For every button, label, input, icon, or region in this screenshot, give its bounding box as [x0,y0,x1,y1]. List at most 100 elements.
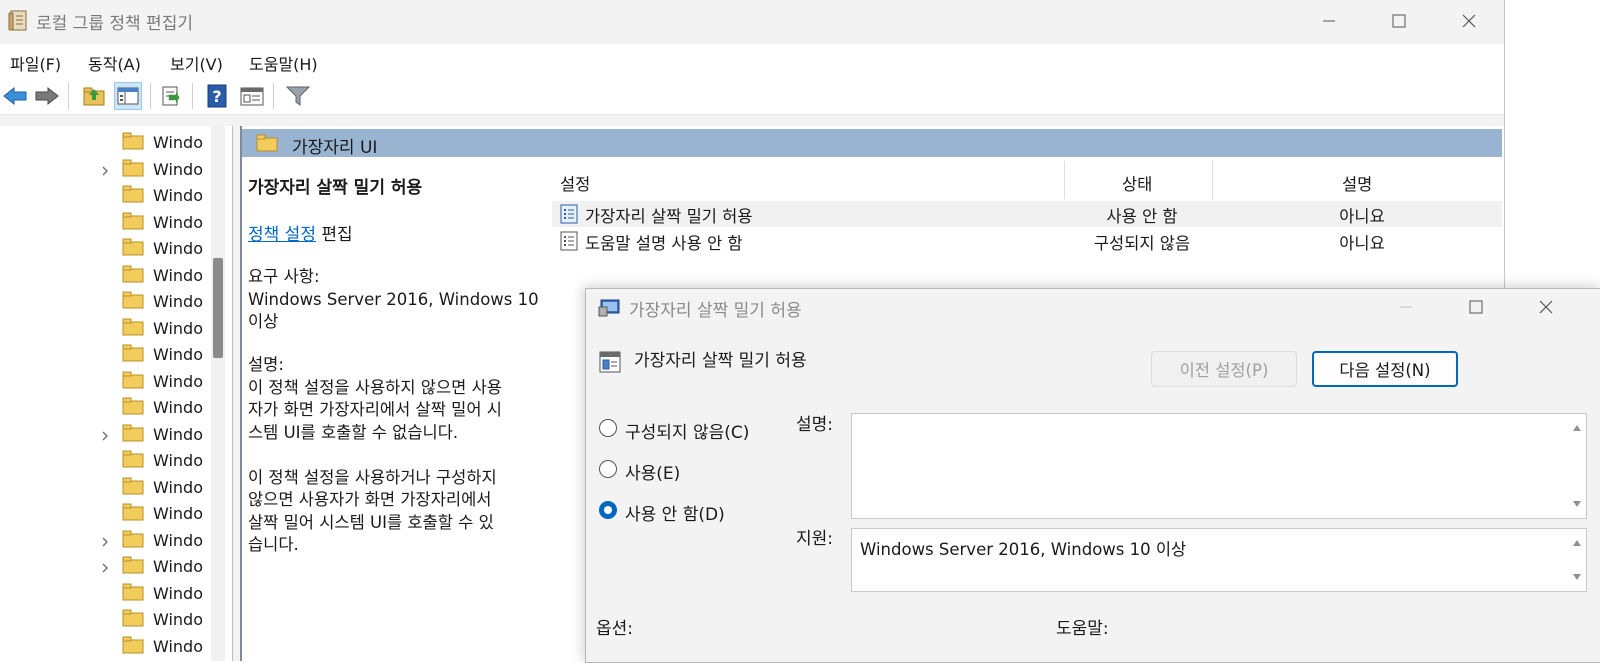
requirements-line: 이상 [248,312,279,331]
tree-item[interactable]: Windo [0,156,210,183]
tree-item[interactable]: Windo [0,474,210,501]
dialog-minimize-button[interactable] [1376,289,1436,325]
chevron-right-icon[interactable] [99,427,111,440]
column-divider[interactable] [1212,161,1213,199]
chevron-right-icon[interactable] [99,533,111,546]
menu-file[interactable]: 파일(F) [10,51,61,75]
back-button[interactable] [1,82,29,110]
column-header-state[interactable]: 상태 [1122,171,1152,195]
tree-item-label: Windo [153,318,203,338]
supported-textbox[interactable]: Windows Server 2016, Windows 10 이상 [851,528,1587,592]
menu-help[interactable]: 도움말(H) [249,51,318,75]
scroll-up-icon[interactable] [1572,424,1582,432]
dialog-title-bar[interactable]: 가장자리 살짝 밀기 허용 [586,289,1600,325]
close-button[interactable] [1434,0,1504,42]
toolbar-separator [192,83,193,109]
tree-item[interactable]: Windo [0,288,210,315]
tree-item[interactable]: Windo [0,209,210,236]
explanation-line: 자가 화면 가장자리에서 살짝 밀어 시 [248,400,502,419]
radio-button-selected[interactable] [599,501,617,519]
toolbar-separator [273,83,274,109]
tree-item[interactable]: Windo [0,606,210,633]
tree-item[interactable]: Windo [0,315,210,342]
scroll-down-icon[interactable] [1572,500,1582,508]
properties-icon [240,87,264,106]
column-header-setting[interactable]: 설정 [560,171,590,195]
radio-button[interactable] [599,419,617,437]
tree-item-label: Windo [153,133,203,152]
tree-item[interactable]: Windo [0,235,210,262]
settings-row[interactable]: 가장자리 살짝 밀기 허용 사용 안 함 아니요 [552,201,1502,227]
tree-item-label: Windo [153,610,203,629]
explanation-line: 이 정책 설정을 사용하지 않으면 사용 [248,377,502,397]
tree-item[interactable]: Windo [0,341,210,368]
folder-icon [122,450,144,468]
minimize-icon [1323,20,1335,22]
tree-item[interactable]: Windo [0,447,210,474]
up-one-level-button[interactable] [80,82,108,110]
dialog-maximize-button[interactable] [1446,289,1506,325]
explanation-label: 설명: [248,355,284,374]
tree-item[interactable]: Windo [0,421,210,448]
dialog-title: 가장자리 살짝 밀기 허용 [629,301,802,321]
tree-item[interactable]: Windo [0,580,210,607]
setting-state: 사용 안 함 [1106,207,1178,226]
previous-setting-button[interactable]: 이전 설정(P) [1151,351,1297,387]
tree-item-label: Windo [153,398,203,417]
help-label: 도움말: [1056,619,1109,639]
folder-icon [122,371,144,389]
column-divider[interactable] [1064,161,1065,199]
tree-item-label: Windo [153,636,203,656]
tree-item[interactable]: Windo [0,394,210,421]
tree-item[interactable]: Windo [0,262,210,289]
forward-button[interactable] [33,82,61,110]
tree-item-label: Windo [153,583,203,603]
column-header-comment[interactable]: 설명 [1342,171,1372,195]
comment-textarea[interactable] [851,413,1587,519]
maximize-button[interactable] [1364,0,1434,42]
radio-label: 구성되지 않음(C) [625,423,750,443]
up-folder-icon [83,87,105,106]
tree-pane[interactable]: Windo Windo Windo Windo Windo Windo Windo Windo… [0,126,233,661]
next-setting-button[interactable]: 다음 설정(N) [1312,351,1458,387]
tree-item[interactable]: Windo [0,553,210,580]
tree-scrollbar[interactable] [211,126,225,661]
folder-icon [122,238,144,256]
chevron-right-icon[interactable] [99,559,111,573]
forward-arrow-icon [35,86,59,106]
radio-button[interactable] [599,460,617,478]
explanation-section: 설명: 이 정책 설정을 사용하지 않으면 사용 자가 화면 가장자리에서 살짝… [248,354,544,557]
tree-item-label: Windo [153,477,203,497]
filter-button[interactable] [284,82,312,110]
scroll-down-icon[interactable] [1572,573,1582,581]
show-hide-tree-button[interactable] [114,82,142,110]
settings-row[interactable]: 도움말 설명 사용 안 함 구성되지 않음 아니요 [552,228,1502,254]
tree-item[interactable]: Windo [0,129,210,156]
scroll-up-icon[interactable] [1572,539,1582,547]
tree-item[interactable]: Windo [0,633,210,660]
help-button[interactable]: ? [203,82,231,110]
export-list-button[interactable] [158,82,186,110]
title-bar[interactable]: 로컬 그룹 정책 편집기 [0,0,1504,42]
tree-item-label: Windo [153,292,203,311]
chevron-right-icon[interactable] [99,162,111,175]
tree-item-label: Windo [153,345,203,364]
tree-item[interactable]: Windo [0,368,210,395]
menu-action[interactable]: 동작(A) [88,51,141,75]
properties-button[interactable] [238,82,266,110]
policy-setting-link[interactable]: 정책 설정 [248,225,316,245]
menu-view[interactable]: 보기(V) [170,51,223,75]
tree-item[interactable]: Windo [0,182,210,209]
tree-item-label: Windo [153,239,203,258]
minimize-button[interactable] [1294,0,1364,42]
setting-name: 가장자리 살짝 밀기 허용 [585,207,753,226]
tree-scrollbar-thumb[interactable] [213,258,223,358]
radio-label: 사용(E) [625,464,681,484]
setting-comment: 아니요 [1339,234,1385,253]
dialog-close-button[interactable] [1516,289,1576,325]
folder-icon [122,424,144,442]
tree-item[interactable]: Windo [0,527,210,554]
policy-editor-app-icon [8,9,30,33]
tree-item[interactable]: Windo [0,500,210,527]
export-list-icon [162,86,180,106]
